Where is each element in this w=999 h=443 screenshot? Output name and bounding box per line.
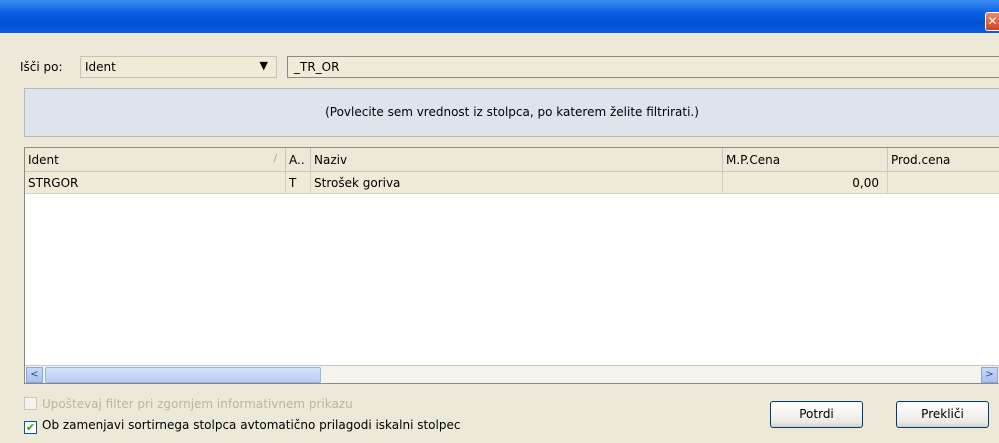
table-row[interactable]: STRGOR T Strošek goriva 0,00 — [25, 172, 999, 194]
cell-ident: STRGOR — [25, 172, 286, 194]
cell-a: T — [286, 172, 311, 194]
search-input-value: _TR_OR — [294, 60, 340, 74]
scroll-left-button[interactable]: < — [26, 367, 43, 383]
group-by-panel[interactable]: (Povlecite sem vrednost iz stolpca, po k… — [24, 88, 999, 137]
horizontal-scrollbar[interactable]: < > — [25, 365, 999, 383]
cancel-button[interactable]: Prekliči — [896, 401, 989, 428]
cell-naziv: Strošek goriva — [311, 172, 723, 194]
group-by-hint: (Povlecite sem vrednost iz stolpca, po k… — [325, 105, 699, 119]
column-header-a[interactable]: A.. — [286, 148, 311, 172]
column-header-mp-cena[interactable]: M.P.Cena — [723, 148, 888, 172]
column-header-prod-cena[interactable]: Prod.cena — [888, 148, 999, 172]
column-label: M.P.Cena — [726, 153, 781, 167]
grid-header: Ident / A.. Naziv M.P.Cena Prod.cena — [25, 148, 999, 172]
filter-checkbox[interactable] — [24, 397, 37, 410]
column-label: Ident — [28, 153, 59, 167]
search-field-value: Ident — [85, 60, 116, 74]
column-header-naziv[interactable]: Naziv — [311, 148, 723, 172]
autoadjust-option-label: Ob zamenjavi sortirnega stolpca avtomati… — [42, 418, 461, 432]
column-label: Prod.cena — [891, 153, 951, 167]
search-input[interactable]: _TR_OR — [287, 56, 999, 78]
filter-option[interactable]: Upoštevaj filter pri zgornjem informativ… — [24, 397, 353, 411]
column-header-ident[interactable]: Ident / — [25, 148, 286, 172]
column-label: A.. — [289, 153, 305, 167]
title-bar: ✕ — [0, 0, 999, 33]
results-grid: Ident / A.. Naziv M.P.Cena Prod.cena STR… — [24, 147, 999, 384]
search-field-select[interactable]: Ident ▼ — [80, 56, 277, 78]
scroll-right-button[interactable]: > — [981, 367, 998, 383]
close-button[interactable]: ✕ — [985, 12, 999, 31]
sort-indicator-icon: / — [273, 153, 277, 164]
search-row: Išči po: Ident ▼ _TR_OR — [0, 48, 999, 88]
confirm-button[interactable]: Potrdi — [770, 401, 863, 428]
column-label: Naziv — [314, 153, 348, 167]
search-dialog: ✕ Išči po: Ident ▼ _TR_OR (Povlecite sem… — [0, 0, 999, 443]
cell-prod-cena — [888, 172, 999, 194]
chevron-down-icon[interactable]: ▼ — [260, 59, 268, 72]
cell-mp-cena: 0,00 — [723, 172, 888, 194]
autoadjust-option[interactable]: ✔ Ob zamenjavi sortirnega stolpca avtomat… — [24, 418, 460, 434]
scroll-thumb[interactable] — [45, 367, 321, 383]
filter-option-label: Upoštevaj filter pri zgornjem informativ… — [42, 397, 353, 411]
search-by-label: Išči po: — [20, 60, 63, 74]
autoadjust-checkbox[interactable]: ✔ — [24, 421, 37, 434]
